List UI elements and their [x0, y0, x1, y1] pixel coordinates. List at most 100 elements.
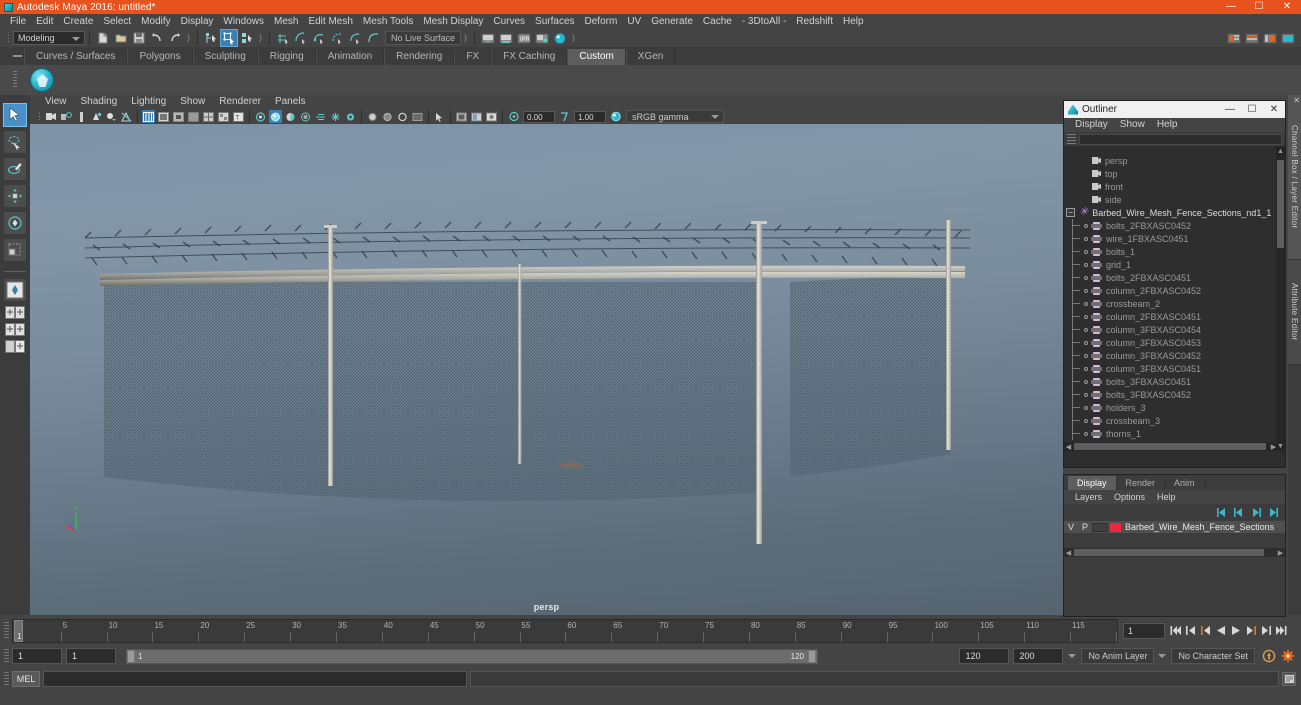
play-forwards-button[interactable]	[1229, 623, 1243, 639]
tab-attribute-editor[interactable]: Attribute Editor	[1288, 260, 1301, 365]
outliner-item-child[interactable]: column_3FBXASC0452	[1064, 349, 1285, 362]
statusline-sep-1[interactable]: ⟩	[184, 31, 193, 45]
range-slider[interactable]: 1 120	[126, 648, 818, 664]
layer-prev-icon[interactable]	[1233, 507, 1245, 518]
range-end-handle[interactable]	[808, 649, 816, 663]
current-time-indicator[interactable]: 1	[14, 619, 23, 642]
viewport-menu-shading[interactable]: Shading	[74, 95, 125, 109]
shelf-tab-grip[interactable]	[10, 47, 24, 65]
gamma-icon[interactable]	[558, 110, 571, 123]
menu-mesh-display[interactable]: Mesh Display	[418, 14, 488, 29]
paint-select-tool[interactable]	[3, 157, 27, 181]
undo-icon[interactable]	[149, 30, 165, 46]
resolution-gate-icon[interactable]	[411, 110, 424, 123]
outliner-horizontal-scrollbar[interactable]: ◀ ▶	[1064, 442, 1278, 451]
outliner-menu-display[interactable]: Display	[1069, 118, 1114, 132]
script-editor-icon[interactable]	[1282, 672, 1296, 686]
ao-icon[interactable]	[299, 110, 312, 123]
auto-keyframe-icon[interactable]	[1261, 648, 1277, 664]
outliner-item-child[interactable]: bolts_3FBXASC0452	[1064, 388, 1285, 401]
scale-tool[interactable]	[3, 238, 27, 262]
snap-curve-icon[interactable]	[293, 30, 309, 46]
show-channel-box-icon[interactable]	[1226, 30, 1242, 46]
outliner-item-persp[interactable]: persp	[1064, 154, 1285, 167]
layer-menu-help[interactable]: Help	[1151, 490, 1182, 504]
scrollbar-thumb[interactable]	[1074, 549, 1264, 556]
camera-attributes-icon[interactable]	[60, 110, 73, 123]
outliner-menu-help[interactable]: Help	[1151, 118, 1184, 132]
outliner-item-top[interactable]: top	[1064, 167, 1285, 180]
animation-start-field[interactable]: 1	[12, 648, 62, 664]
rotate-tool[interactable]	[3, 211, 27, 235]
go-to-end-button[interactable]	[1274, 623, 1288, 639]
menu-surfaces[interactable]: Surfaces	[530, 14, 579, 29]
film-gate-icon[interactable]	[396, 110, 409, 123]
animation-preferences-icon[interactable]	[1280, 648, 1296, 664]
image-plane-icon[interactable]	[75, 110, 88, 123]
outliner-item-child[interactable]: holders_3	[1064, 401, 1285, 414]
shelf-tab-fx[interactable]: FX	[454, 49, 492, 65]
outliner-item-child[interactable]: column_2FBXASC0451	[1064, 310, 1285, 323]
menu-deform[interactable]: Deform	[580, 14, 623, 29]
snap-point-icon[interactable]	[311, 30, 327, 46]
smooth-shade-all-icon[interactable]	[157, 110, 170, 123]
range-slider-grip[interactable]	[0, 647, 12, 665]
exposure-icon[interactable]	[507, 110, 520, 123]
outliner-item-side[interactable]: side	[1064, 193, 1285, 206]
layer-menu-options[interactable]: Options	[1108, 490, 1151, 504]
four-pane-layout-icon[interactable]	[4, 322, 26, 337]
xray-icon[interactable]: T	[232, 110, 245, 123]
outliner-tree[interactable]: persp top front side − ✳ Barbed_Wire_Mes…	[1064, 146, 1285, 451]
minimize-icon[interactable]: —	[1217, 0, 1245, 14]
character-set-selector[interactable]: No Character Set	[1171, 648, 1255, 664]
layer-playback-toggle[interactable]: P	[1078, 522, 1092, 532]
outliner-close-icon[interactable]: ✕	[1263, 101, 1285, 118]
tab-render[interactable]: Render	[1116, 476, 1166, 490]
show-hide-ui-icon[interactable]	[1280, 30, 1296, 46]
menu-edit[interactable]: Edit	[31, 14, 58, 29]
outliner-item-child[interactable]: bolts_1	[1064, 245, 1285, 258]
lighting-default-icon[interactable]	[254, 110, 267, 123]
multisample-icon[interactable]	[329, 110, 342, 123]
hypershade-icon[interactable]	[552, 30, 568, 46]
tab-channel-box-layer-editor[interactable]: Channel Box / Layer Editor	[1288, 95, 1301, 260]
lighting-all-icon[interactable]	[269, 110, 282, 123]
outliner-item-child[interactable]: column_3FBXASC0454	[1064, 323, 1285, 336]
shadow-toggle-icon[interactable]	[284, 110, 297, 123]
playback-start-field[interactable]: 1	[66, 648, 116, 664]
menu-mesh-tools[interactable]: Mesh Tools	[358, 14, 418, 29]
viewport-menu-lighting[interactable]: Lighting	[124, 95, 173, 109]
move-tool[interactable]	[3, 184, 27, 208]
scroll-up-icon[interactable]: ▲	[1276, 146, 1285, 156]
no-lights-icon[interactable]	[120, 110, 133, 123]
component-mode-icon[interactable]	[239, 30, 255, 46]
gate-mask-icon[interactable]	[455, 110, 468, 123]
outliner-item-child[interactable]: bolts_2FBXASC0451	[1064, 271, 1285, 284]
grid-toggle-icon[interactable]	[381, 110, 394, 123]
isolate-select-icon[interactable]	[366, 110, 379, 123]
layer-visibility-toggle[interactable]: V	[1064, 522, 1078, 532]
ipr-render-icon[interactable]: IPR	[516, 30, 532, 46]
menu-3dtoall[interactable]: - 3DtoAll -	[737, 14, 791, 29]
select-tool[interactable]	[3, 103, 27, 127]
shelf-tab-polygons[interactable]: Polygons	[127, 49, 193, 65]
scroll-right-icon[interactable]: ▶	[1269, 442, 1278, 451]
range-start-handle[interactable]	[127, 649, 135, 663]
viewport-2-icon[interactable]	[485, 110, 498, 123]
scroll-right-icon[interactable]: ▶	[1276, 548, 1285, 557]
layer-color-swatch[interactable]	[1110, 522, 1121, 532]
statusline-sep-4[interactable]: ⟩	[569, 31, 578, 45]
statusline-sep-3[interactable]: ⟩	[461, 31, 470, 45]
step-back-key-button[interactable]	[1199, 623, 1213, 639]
layer-row[interactable]: V P Barbed_Wire_Mesh_Fence_Sections	[1064, 521, 1285, 533]
menu-create[interactable]: Create	[58, 14, 98, 29]
show-attribute-editor-icon[interactable]	[1244, 30, 1260, 46]
layer-editor-horizontal-scrollbar[interactable]: ◀ ▶	[1064, 548, 1285, 557]
color-management-selector[interactable]: sRGB gamma	[626, 110, 724, 123]
outliner-item-front[interactable]: front	[1064, 180, 1285, 193]
persp-outliner-layout-icon[interactable]	[4, 339, 26, 354]
scroll-left-icon[interactable]: ◀	[1064, 548, 1073, 557]
shelf-tab-rendering[interactable]: Rendering	[384, 49, 455, 65]
render-settings-icon[interactable]	[534, 30, 550, 46]
outliner-item-child[interactable]: column_3FBXASC0453	[1064, 336, 1285, 349]
